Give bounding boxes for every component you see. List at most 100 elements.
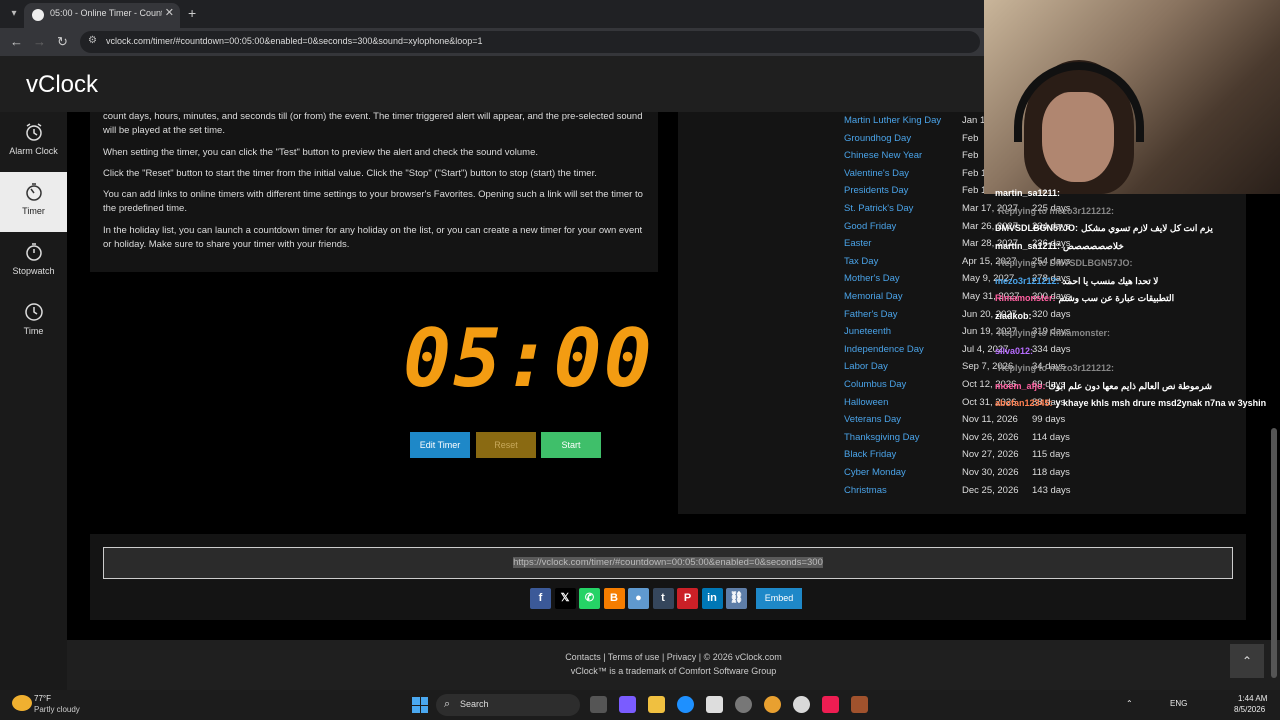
chrome-alt-icon[interactable] — [793, 696, 810, 713]
back-arrow-icon[interactable]: ← — [10, 34, 23, 49]
back-to-top-button[interactable]: ⌃ — [1230, 644, 1264, 678]
linkedin-icon[interactable]: in — [701, 588, 723, 609]
stopwatch-icon — [25, 243, 42, 261]
forward-arrow-icon[interactable]: → — [33, 34, 46, 49]
sidebar-item-stopwatch[interactable]: Stopwatch — [0, 232, 67, 292]
facebook-icon[interactable]: f — [530, 588, 551, 609]
vclock-logo[interactable]: vClock — [26, 71, 98, 99]
holiday-name-link[interactable]: Groundhog Day — [844, 133, 911, 144]
new-tab-button[interactable]: + — [188, 5, 196, 21]
reload-icon[interactable]: ↻ — [57, 34, 68, 50]
holiday-name-link[interactable]: Thanksgiving Day — [844, 432, 920, 443]
browser-tab[interactable]: 05:00 - Online Timer - Countdown ✕ — [24, 3, 180, 28]
holiday-name-link[interactable]: Memorial Day — [844, 291, 903, 302]
tiktok-icon[interactable] — [822, 696, 839, 713]
holiday-name-link[interactable]: Father's Day — [844, 309, 898, 320]
privacy-link[interactable]: Privacy — [667, 652, 697, 662]
weather-temp[interactable]: 77°F — [34, 694, 51, 703]
sidebar-item-time[interactable]: Time — [0, 292, 67, 352]
holiday-name-link[interactable]: Valentine's Day — [844, 168, 909, 179]
holiday-name-link[interactable]: Mother's Day — [844, 273, 900, 284]
app-icon[interactable] — [851, 696, 868, 713]
holiday-row[interactable]: Black Friday Nov 27, 2026 115 days — [844, 449, 1244, 466]
chrome-icon[interactable] — [735, 696, 752, 713]
link-icon[interactable]: ⛓ — [726, 588, 747, 609]
sidebar-item-alarm-clock[interactable]: Alarm Clock — [0, 112, 67, 172]
holiday-name-link[interactable]: Juneteenth — [844, 326, 891, 337]
chat-message: martin_sa1211: — [995, 188, 1063, 198]
chrome-profile-icon[interactable] — [764, 696, 781, 713]
holiday-name-link[interactable]: Cyber Monday — [844, 467, 906, 478]
holiday-name-link[interactable]: Black Friday — [844, 449, 896, 460]
holiday-name-link[interactable]: Halloween — [844, 397, 888, 408]
edit-timer-button[interactable]: Edit Timer — [410, 432, 470, 458]
url-text[interactable]: vclock.com/timer/#countdown=00:05:00&ena… — [106, 36, 483, 46]
reset-button[interactable]: Reset — [476, 432, 536, 458]
footer-links: Contacts | Terms of use | Privacy | © 20… — [565, 652, 782, 662]
contacts-link[interactable]: Contacts — [565, 652, 601, 662]
sidebar-item-label: Alarm Clock — [9, 146, 58, 156]
pinterest-icon[interactable]: P — [677, 588, 698, 609]
clock-time[interactable]: 1:44 AM — [1238, 694, 1267, 703]
taskbar-search[interactable]: ⌕ Search — [436, 694, 580, 716]
holiday-name-link[interactable]: Tax Day — [844, 256, 878, 267]
address-bar[interactable]: ⚙ vclock.com/timer/#countdown=00:05:00&e… — [80, 31, 980, 53]
chat-message: Replying to Rimamonster: — [995, 328, 1110, 338]
task-view-icon[interactable] — [590, 696, 607, 713]
clock-date[interactable]: 8/5/2026 — [1234, 705, 1265, 714]
chat-username: Rimamonster: — [995, 293, 1056, 303]
tab-list-chevron-icon[interactable]: ▾ — [6, 6, 22, 22]
site-info-icon[interactable]: ⚙ — [88, 35, 97, 46]
holiday-name-link[interactable]: Good Friday — [844, 221, 896, 232]
file-explorer-icon[interactable] — [648, 696, 665, 713]
holiday-name-link[interactable]: Veterans Day — [844, 414, 901, 425]
holiday-name-link[interactable]: Christmas — [844, 485, 887, 496]
chat-username: martin_sa1211: — [995, 188, 1061, 198]
tab-close-icon[interactable]: ✕ — [165, 6, 174, 19]
chat-message: DMVSDLBGN57JO: يزم انت كل لايف لازم تسوي … — [995, 223, 1213, 234]
chat-text: يزم انت كل لايف لازم تسوي مشكل — [1081, 223, 1213, 233]
holiday-name-link[interactable]: Presidents Day — [844, 185, 908, 196]
holiday-name-link[interactable]: St. Patrick's Day — [844, 203, 913, 214]
headset-icon — [1014, 62, 1144, 142]
edge-icon[interactable] — [677, 696, 694, 713]
holiday-date: Nov 26, 2026 — [962, 431, 1019, 443]
tray-overflow-icon[interactable]: ⌃ — [1126, 699, 1133, 708]
terms-link[interactable]: Terms of use — [608, 652, 660, 662]
holiday-row[interactable]: Christmas Dec 25, 2026 143 days — [844, 485, 1244, 502]
page-scrollbar[interactable] — [1271, 428, 1277, 678]
windows-taskbar: 77°F Partly cloudy ⌕ Search ⌃ ENG 1:44 A… — [0, 690, 1280, 720]
copilot-icon[interactable] — [619, 696, 636, 713]
chat-message: moem_afjo: شرموطة نص العالم ذايم معها دون… — [995, 381, 1212, 392]
description-paragraph: count days, hours, minutes, and seconds … — [103, 111, 643, 136]
holiday-date: Feb 1 — [962, 185, 987, 197]
language-indicator[interactable]: ENG — [1170, 699, 1187, 708]
share-url-text[interactable]: https://vclock.com/timer/#countdown=00:0… — [513, 557, 823, 568]
holiday-row[interactable]: Thanksgiving Day Nov 26, 2026 114 days — [844, 432, 1244, 449]
holiday-name-link[interactable]: Independence Day — [844, 344, 924, 355]
holiday-date: Dec 25, 2026 — [962, 484, 1019, 496]
holiday-name-link[interactable]: Martin Luther King Day — [844, 115, 941, 126]
embed-button[interactable]: Embed — [756, 588, 802, 609]
share-url-field[interactable]: https://vclock.com/timer/#countdown=00:0… — [103, 547, 1233, 579]
chat-text: Replying to mezo3r121212: — [998, 205, 1115, 216]
holiday-name-link[interactable]: Chinese New Year — [844, 150, 922, 161]
holiday-name-link[interactable]: Columbus Day — [844, 379, 906, 390]
whatsapp-icon[interactable]: ✆ — [579, 588, 600, 609]
store-icon[interactable] — [706, 696, 723, 713]
blogger-icon[interactable]: B — [603, 588, 625, 609]
windows-start-icon[interactable] — [412, 697, 428, 713]
x-icon[interactable]: 𝕏 — [554, 588, 576, 609]
holiday-name-link[interactable]: Labor Day — [844, 361, 888, 372]
holiday-row[interactable]: Cyber Monday Nov 30, 2026 118 days — [844, 467, 1244, 484]
weather-desc[interactable]: Partly cloudy — [34, 705, 80, 714]
holiday-days-left: 143 days — [1032, 484, 1071, 496]
timer-display: 05:00 — [403, 312, 654, 405]
reddit-icon[interactable]: ● — [628, 588, 649, 609]
tumblr-icon[interactable]: t — [652, 588, 674, 609]
sidebar-item-timer[interactable]: Timer — [0, 172, 67, 232]
holiday-name-link[interactable]: Easter — [844, 238, 871, 249]
start-button[interactable]: Start — [541, 432, 601, 458]
chat-message: abofan12345: y khaye khls msh drure msd2y… — [995, 398, 1266, 408]
weather-icon[interactable] — [12, 695, 32, 711]
